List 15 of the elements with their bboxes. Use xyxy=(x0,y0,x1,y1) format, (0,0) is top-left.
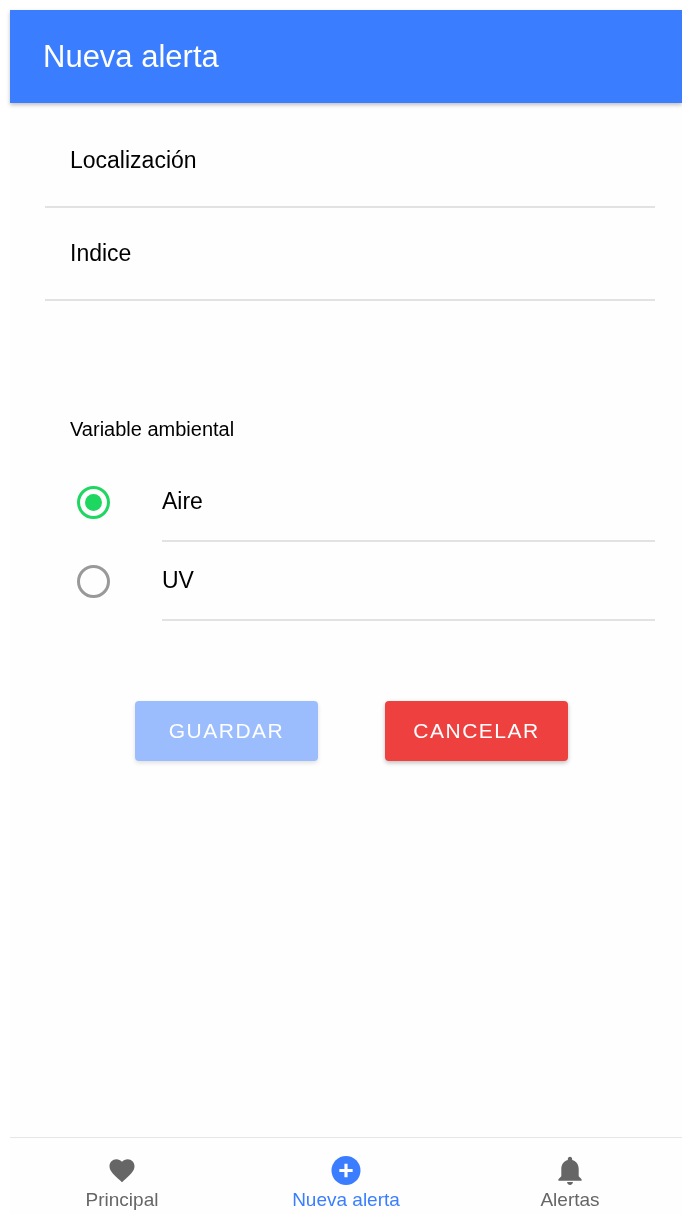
input-field[interactable]: Indice xyxy=(45,228,655,279)
radio-button[interactable] xyxy=(77,486,110,519)
heart-icon xyxy=(107,1156,137,1185)
section-label: Variable ambiental xyxy=(70,418,235,441)
tab-item[interactable]: Principal xyxy=(10,1138,234,1215)
tab-item[interactable]: Nueva alerta xyxy=(234,1138,458,1215)
input-field[interactable]: Localización xyxy=(45,135,655,186)
radio-label[interactable]: Aire xyxy=(162,463,655,542)
radio-label[interactable]: UV xyxy=(162,542,655,621)
cancel-button[interactable]: CANCELAR xyxy=(385,701,568,761)
add-icon xyxy=(331,1156,361,1185)
header-title: Nueva alerta xyxy=(43,38,219,75)
radio-button[interactable] xyxy=(77,565,110,598)
tab-item[interactable]: Alertas xyxy=(458,1138,682,1215)
bell-icon xyxy=(555,1156,585,1185)
